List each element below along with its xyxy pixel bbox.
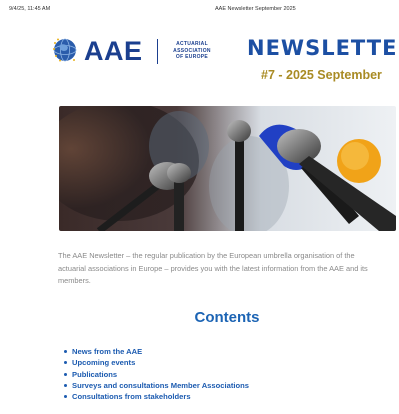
hero-image-microphones <box>59 106 396 231</box>
print-header: 9/4/25, 11:45 AM AAE Newsletter Septembe… <box>0 0 399 18</box>
toc-item-consultations[interactable]: Consultations from stakeholders <box>62 391 249 402</box>
toc-item-news[interactable]: News from the AAE <box>62 346 249 357</box>
toc-item-publications[interactable]: Publications <box>62 369 249 380</box>
issue-label: #7 - 2025 September <box>261 68 382 82</box>
print-datetime: 9/4/25, 11:45 AM <box>9 6 51 12</box>
toc-item-events[interactable]: Upcoming events <box>62 357 249 368</box>
intro-paragraph: The AAE Newsletter – the regular publica… <box>58 251 368 286</box>
toc-item-surveys[interactable]: Surveys and consultations Member Associa… <box>62 380 249 391</box>
microphones-photo <box>59 106 396 231</box>
print-doc-title: AAE Newsletter September 2025 <box>215 6 296 12</box>
logo-acronym: AAE <box>84 36 143 66</box>
logo-line-3: OF EUROPE <box>175 54 209 60</box>
contents-heading: Contents <box>194 309 260 326</box>
logo-subtitle: ACTUARIAL ASSOCIATION OF EUROPE <box>162 41 222 61</box>
aae-logo[interactable]: AAE ACTUARIAL ASSOCIATION OF EUROPE <box>48 33 228 69</box>
contents-list: News from the AAE Upcoming events Public… <box>62 346 249 402</box>
logo-divider <box>157 39 158 64</box>
newsletter-title: NEWSLETTER <box>247 36 399 60</box>
globe-icon <box>53 38 77 62</box>
